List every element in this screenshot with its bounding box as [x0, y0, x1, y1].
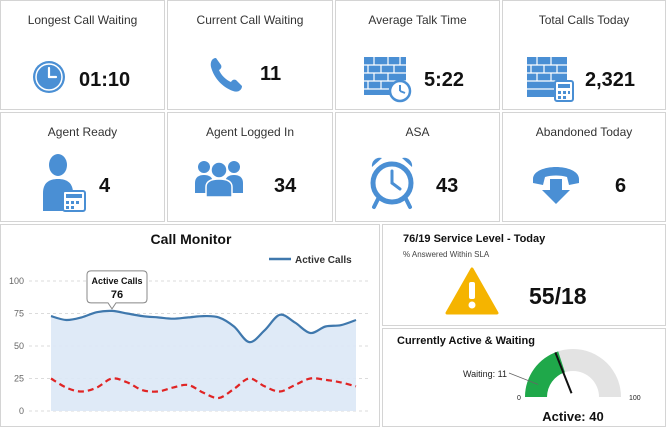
gauge-active-fill	[525, 351, 565, 397]
brick-wall-clock-icon	[362, 53, 412, 108]
kpi-tile-average-talk-time: Average Talk Time 5:22	[335, 0, 500, 110]
tile-title: Current Call Waiting	[196, 13, 304, 27]
warning-icon	[445, 267, 499, 320]
y-tick-label: 75	[14, 309, 24, 319]
tile-title: ASA	[405, 125, 430, 139]
chart-tooltip: Active Calls 76	[86, 270, 148, 310]
clock-icon	[31, 59, 67, 100]
tooltip-label: Active Calls	[91, 276, 142, 286]
tile-title: Abandoned Today	[535, 125, 633, 139]
kpi-tile-asa: ASA 43	[335, 112, 500, 222]
y-tick-label: 100	[9, 276, 24, 286]
tile-title: Average Talk Time	[368, 13, 467, 27]
tile-title: Total Calls Today	[538, 13, 630, 27]
legend-label: Active Calls	[295, 255, 352, 266]
waiting-label: Waiting: 11	[463, 369, 507, 379]
kpi-tile-longest-call-waiting: Longest Call Waiting 01:10	[0, 0, 165, 110]
tooltip-value: 76	[111, 289, 123, 301]
tile-value: 34	[274, 175, 297, 197]
tile-title: Longest Call Waiting	[27, 13, 138, 27]
gauge-min-label: 0	[517, 395, 521, 402]
service-level-value: 55/18	[529, 283, 587, 309]
tile-title: Agent Logged In	[205, 125, 295, 139]
tile-value: 2,321	[585, 69, 636, 91]
service-level-title: 76/19 Service Level - Today	[403, 233, 546, 245]
service-level-subtitle: % Answered Within SLA	[403, 250, 490, 259]
kpi-tile-agent-ready: Agent Ready 4	[0, 112, 165, 222]
y-tick-label: 50	[14, 341, 24, 351]
kpi-tile-total-calls-today: Total Calls Today 2,321	[502, 0, 666, 110]
kpi-tile-agent-logged-in: Agent Logged In 34	[167, 112, 333, 222]
active-waiting-gauge: Waiting: 11 0 100 Active: 40	[463, 349, 641, 424]
alarm-clock-icon	[368, 155, 416, 216]
gauge-max-label: 100	[629, 395, 641, 402]
kpi-tile-abandoned-today: Abandoned Today 6	[502, 112, 666, 222]
tile-value: 11	[260, 63, 282, 85]
y-tick-label: 0	[19, 406, 24, 416]
phone-icon	[208, 56, 244, 99]
active-waiting-panel: Currently Active & Waiting Waiting: 11 0…	[382, 328, 666, 427]
active-label: Active: 40	[542, 409, 603, 424]
tile-value: 4	[99, 175, 111, 197]
kpi-tile-current-call-waiting: Current Call Waiting 11	[167, 0, 333, 110]
tile-title: Agent Ready	[47, 125, 118, 139]
chart-y-ticks: 100 75 50 25 0	[9, 276, 24, 416]
call-monitor-panel: Call Monitor Active Calls 100 75 50 25 0 Act…	[0, 224, 380, 427]
chart-title: Call Monitor	[151, 231, 232, 247]
hangup-phone-icon	[531, 165, 581, 210]
tile-value: 01:10	[79, 69, 131, 91]
active-calls-area	[51, 310, 356, 411]
tile-value: 6	[615, 175, 627, 197]
y-tick-label: 25	[14, 374, 24, 384]
tile-value: 5:22	[424, 69, 465, 91]
building-phone-icon	[525, 53, 575, 108]
group-icon	[194, 157, 244, 202]
agent-icon	[41, 153, 87, 218]
call-monitor-chart: Call Monitor Active Calls 100 75 50 25 0 Act…	[9, 231, 369, 416]
tile-value: 43	[436, 175, 459, 197]
service-level-panel: 76/19 Service Level - Today % Answered W…	[382, 224, 666, 326]
